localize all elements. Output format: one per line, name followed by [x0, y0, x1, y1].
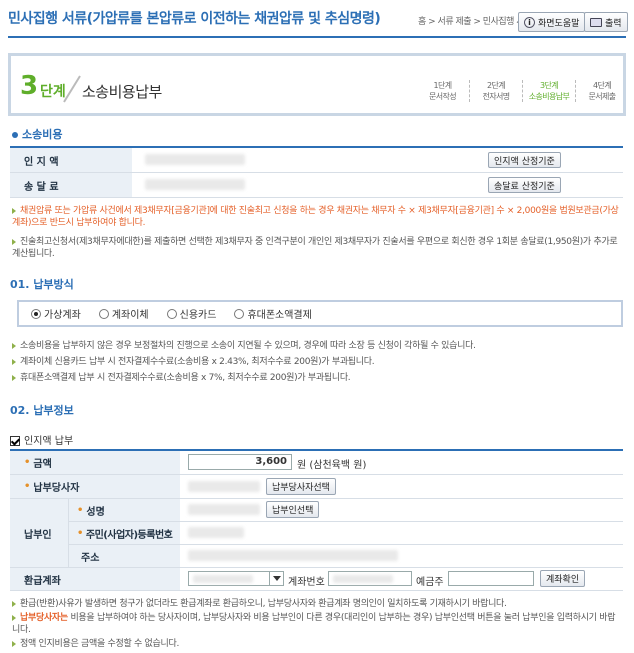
chevron-down-icon — [269, 572, 283, 585]
info-note-2: 납부당사자는 비용을 납부하여야 하는 당사자이며, 납부당사자와 비용 납부인… — [12, 613, 616, 635]
method-phone-radio[interactable]: 휴대폰소액결제 — [234, 306, 312, 321]
step-slash-icon — [63, 75, 81, 103]
method-note-3: 휴대폰소액결제 납부 시 전자결제수수료(소송비용 x 7%, 최저수수료 20… — [12, 372, 622, 384]
name-redacted — [188, 504, 260, 515]
bullet-icon — [12, 614, 16, 621]
bank-redacted — [193, 575, 253, 583]
account-number-label: 계좌번호 — [288, 577, 325, 588]
step-item-3-current: 3단계 소송비용납부 — [522, 80, 575, 102]
bullet-icon — [12, 640, 16, 647]
holder-input[interactable] — [448, 571, 534, 586]
account-check-button[interactable]: 계좌확인 — [540, 570, 586, 587]
title-divider — [8, 36, 626, 38]
step-item-1: 1단계 문서작성 — [428, 81, 457, 101]
select-payer-button[interactable]: 납부인선택 — [266, 501, 320, 518]
account-redacted — [333, 575, 393, 583]
payer-label: 납부인 — [10, 499, 68, 567]
print-button[interactable]: 출력 — [584, 12, 628, 32]
radio-icon — [31, 308, 41, 319]
amount-text: 원 (삼천육백 원) — [297, 460, 367, 471]
breadcrumb: 홈 > 서류 제출 > 민사집행 서 — [418, 17, 525, 27]
account-number-input[interactable] — [328, 571, 412, 586]
radio-icon — [234, 308, 245, 319]
cost-note-2: 진술최고신청서(제3채무자에대한)를 제출하면 선택한 제3채무자 중 인격구분… — [12, 237, 618, 259]
cost-note-1: 채권압류 또는 가압류 사건에서 제3채무자[금융기관]에 대한 진술최고 신청… — [12, 206, 619, 228]
step-item-4: 4단계 문서제출 — [575, 80, 628, 102]
row-divider — [10, 590, 623, 591]
holder-label: 예금주 — [416, 577, 444, 588]
checkbox-checked-icon — [10, 436, 20, 446]
bullet-icon — [12, 358, 16, 365]
help-button[interactable]: i 화면도움말 — [518, 12, 586, 32]
refund-account-label: 환급계좌 — [10, 568, 180, 590]
info-icon: i — [524, 16, 535, 28]
amount-label: • 금액 — [10, 451, 180, 474]
printer-icon — [590, 17, 602, 27]
method-note-1: 소송비용을 납부하지 않은 경우 보정절차의 진행으로 소송이 지연될 수 있으… — [12, 340, 622, 352]
method-note-2: 계좌이체 신용카드 납부 시 전자결제수수료(소송비용 x 2.43%, 최저수… — [12, 356, 622, 368]
stamp-payment-checkbox[interactable]: 인지액 납부 — [10, 432, 73, 447]
stamp-amount-redacted — [145, 154, 245, 165]
address-redacted — [188, 550, 398, 561]
info-note-1: 환급(반환)사유가 발생하면 청구가 없더라도 환급계좌로 환급하오니, 납부당… — [12, 598, 622, 610]
radio-icon — [98, 308, 109, 319]
stamp-label: 인 지 액 — [10, 148, 132, 172]
info-section-title: 02. 납부정보 — [10, 404, 74, 417]
bullet-icon — [12, 600, 16, 607]
bank-select[interactable] — [188, 571, 284, 586]
payer-party-label: • 납부당사자 — [10, 475, 180, 498]
name-label: • 성명 — [69, 499, 180, 521]
method-section-title: 01. 납부방식 — [10, 278, 74, 291]
help-button-label: 화면도움말 — [538, 18, 580, 29]
bullet-icon — [12, 238, 16, 245]
step-number: 3 — [20, 71, 39, 101]
amount-input[interactable]: 3,600 — [188, 454, 292, 470]
id-redacted — [188, 527, 244, 538]
step-item-2: 2단계 전자서명 — [469, 80, 522, 102]
radio-icon — [166, 308, 177, 319]
row-divider — [10, 197, 623, 198]
postage-amount-redacted — [145, 179, 245, 190]
payer-party-redacted — [188, 481, 260, 492]
address-label: 주소 — [69, 545, 180, 567]
cost-section-title: 소송비용 — [12, 126, 62, 142]
info-note-3: 정액 인지비용은 금액을 수정할 수 없습니다. — [12, 638, 622, 650]
step-progress: 1단계 문서작성 2단계 전자서명 3단계 소송비용납부 4단계 문서제출 — [416, 80, 628, 102]
method-transfer-radio[interactable]: 계좌이체 — [98, 306, 149, 321]
bullet-icon — [12, 207, 16, 214]
step-title: 소송비용납부 — [82, 83, 162, 101]
method-virtual-account-radio[interactable]: 가상계좌 — [31, 306, 81, 321]
postage-criteria-button[interactable]: 송달료 산정기준 — [488, 177, 561, 193]
id-label: • 주민(사업자)등록번호 — [69, 522, 180, 544]
postage-label: 송 달 료 — [10, 173, 132, 197]
payment-method-group: 가상계좌 계좌이체 신용카드 휴대폰소액결제 — [17, 300, 623, 327]
bullet-icon — [12, 132, 18, 138]
method-card-radio[interactable]: 신용카드 — [166, 306, 216, 321]
stamp-criteria-button[interactable]: 인지액 산정기준 — [488, 152, 561, 168]
page-title: 민사집행 서류(가압류를 본압류로 이전하는 채권압류 및 추심명령) — [8, 11, 381, 27]
print-button-label: 출력 — [605, 18, 622, 29]
bullet-icon — [12, 374, 16, 381]
select-payer-party-button[interactable]: 납부당사자선택 — [266, 478, 336, 495]
bullet-icon — [12, 342, 16, 349]
